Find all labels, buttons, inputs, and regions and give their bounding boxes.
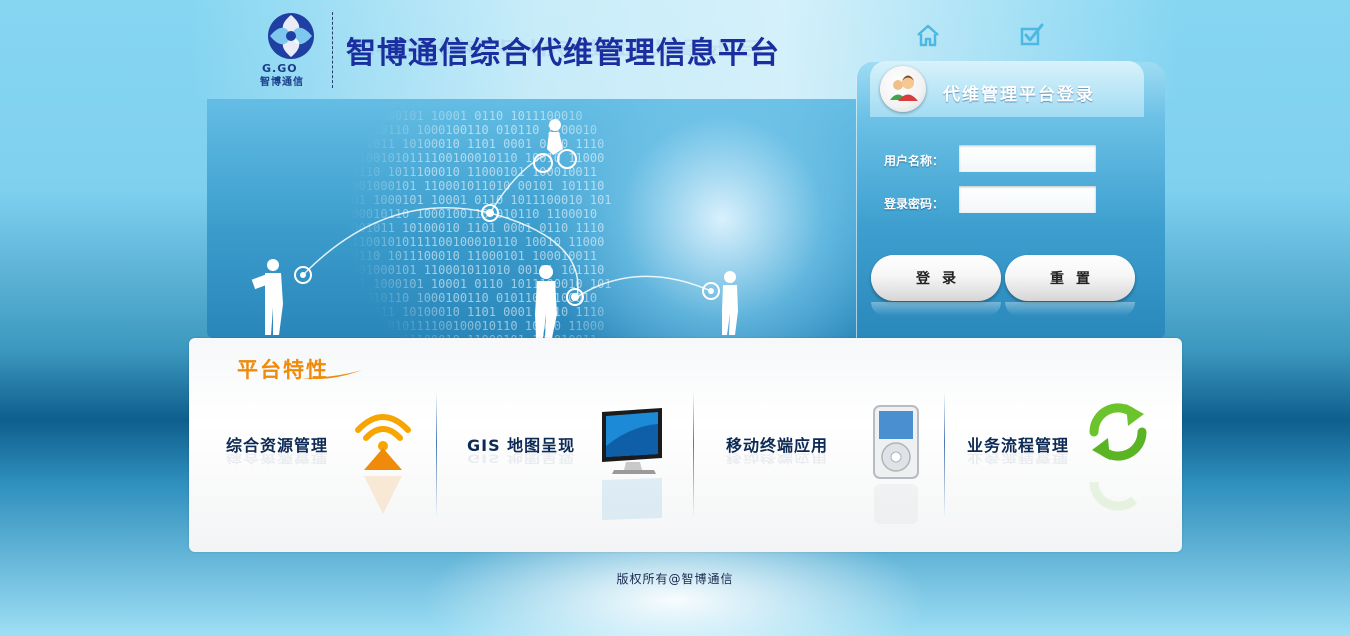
monitor-icon <box>602 408 662 520</box>
login-button-reflection <box>871 302 1001 316</box>
logo-separator <box>332 12 333 88</box>
feature-reflection: GIS 地图呈现 <box>467 451 576 466</box>
site-title-reflection: 智博通信综合代维管理信息平台 <box>346 36 766 58</box>
users-avatar-icon <box>880 66 926 112</box>
reset-button[interactable]: 重置 <box>1005 255 1135 301</box>
wifi-cone-icon <box>355 414 411 514</box>
feature-divider <box>436 392 437 518</box>
feature-reflection: 综合资源管理 <box>226 451 329 466</box>
feature-reflection: 移动终端应用 <box>726 451 829 466</box>
login-button[interactable]: 登录 <box>871 255 1001 301</box>
password-label: 登录密码： <box>884 197 945 211</box>
feature-divider <box>944 392 945 518</box>
media-player-icon <box>873 405 919 524</box>
copyright-text: 版权所有@智博通信 <box>616 572 734 586</box>
network-people-illustration <box>251 119 738 338</box>
swoosh-decoration <box>302 370 362 379</box>
username-label: 用户名称： <box>884 154 945 168</box>
feature-reflection: 业务流程管理 <box>967 451 1070 466</box>
reset-button-reflection <box>1005 302 1135 316</box>
checkbox-icon[interactable] <box>1019 22 1045 48</box>
username-input[interactable] <box>959 145 1096 172</box>
login-title: 代维管理平台登录 <box>943 85 1095 105</box>
refresh-arrows-icon <box>1089 403 1147 511</box>
password-input[interactable] <box>959 186 1096 213</box>
feature-divider <box>693 392 694 518</box>
logo-chinese-name: 智博通信 <box>260 77 304 88</box>
home-icon[interactable] <box>915 22 941 48</box>
